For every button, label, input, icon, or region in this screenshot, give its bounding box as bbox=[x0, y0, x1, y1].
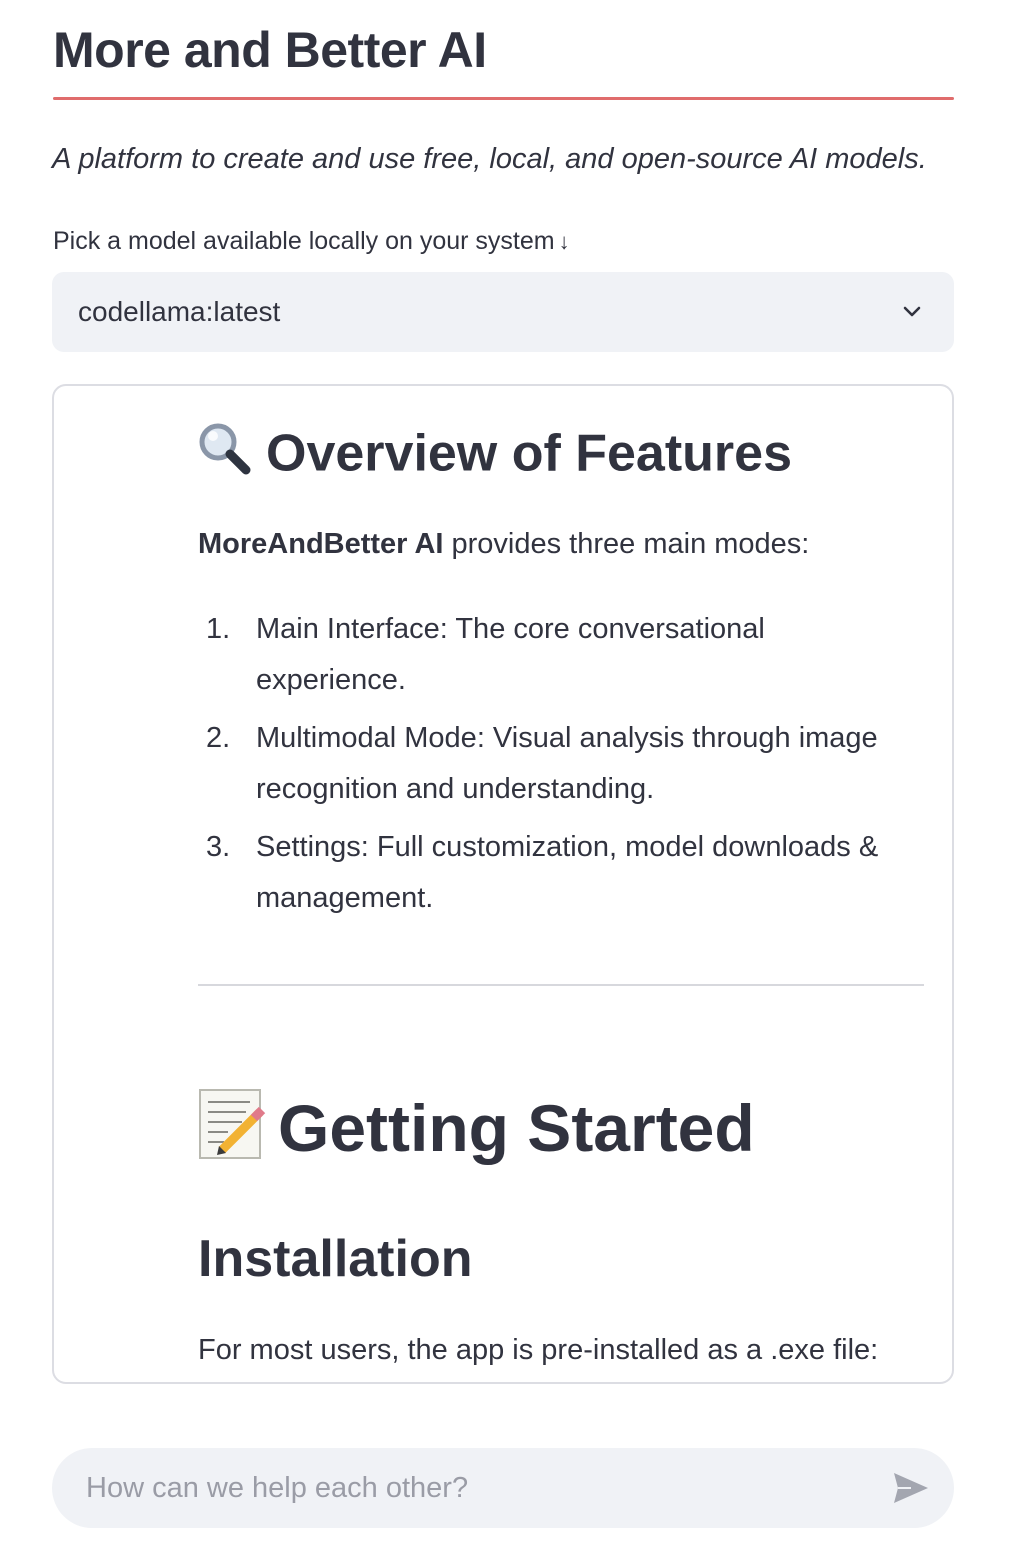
chevron-down-icon[interactable] bbox=[900, 300, 924, 324]
overview-heading: Overview of Features bbox=[196, 420, 792, 494]
model-select-label: Pick a model available locally on your s… bbox=[53, 226, 570, 257]
list-number: 1. bbox=[206, 613, 231, 645]
app-page: More and Better AI A platform to create … bbox=[0, 0, 1014, 1566]
app-name: MoreAndBetter AI bbox=[198, 528, 444, 560]
magnifying-glass-icon bbox=[196, 420, 254, 494]
model-select[interactable]: codellama:latest bbox=[52, 272, 954, 352]
getting-started-heading-text: Getting Started bbox=[278, 1091, 755, 1165]
chat-input-bar bbox=[52, 1448, 954, 1528]
send-icon bbox=[891, 1473, 931, 1511]
list-item: 1. Main Interface: The core conversation… bbox=[198, 604, 918, 706]
overview-heading-text: Overview of Features bbox=[266, 424, 792, 483]
installation-paragraph: For most users, the app is pre-installed… bbox=[198, 1334, 879, 1366]
list-number: 3. bbox=[206, 831, 231, 863]
send-button[interactable] bbox=[890, 1468, 932, 1510]
modes-list: 1. Main Interface: The core conversation… bbox=[198, 604, 918, 931]
docs-scroll-container[interactable]: Overview of Features MoreAndBetter AI pr… bbox=[52, 384, 954, 1384]
list-item: 3. Settings: Full customization, model d… bbox=[198, 822, 918, 924]
model-select-label-text: Pick a model available locally on your s… bbox=[53, 227, 555, 255]
title-divider bbox=[53, 97, 954, 100]
model-select-value: codellama:latest bbox=[78, 296, 281, 327]
docs-content: Overview of Features MoreAndBetter AI pr… bbox=[54, 386, 952, 1382]
page-subtitle: A platform to create and use free, local… bbox=[52, 143, 927, 175]
list-number: 2. bbox=[206, 722, 231, 754]
memo-icon bbox=[198, 1088, 266, 1179]
installation-heading: Installation bbox=[198, 1230, 473, 1288]
getting-started-heading: Getting Started bbox=[198, 1086, 755, 1179]
chat-input[interactable] bbox=[86, 1466, 846, 1510]
list-item-text: Settings: Full customization, model down… bbox=[256, 831, 879, 914]
list-item-text: Main Interface: The core conversational … bbox=[256, 613, 765, 696]
list-item-text: Multimodal Mode: Visual analysis through… bbox=[256, 722, 878, 805]
list-item: 2. Multimodal Mode: Visual analysis thro… bbox=[198, 713, 918, 815]
down-arrow-icon: ↓ bbox=[558, 229, 570, 254]
intro-text: provides three main modes: bbox=[443, 528, 810, 560]
page-title: More and Better AI bbox=[53, 22, 487, 78]
intro-paragraph: MoreAndBetter AI provides three main mod… bbox=[198, 524, 809, 564]
section-divider bbox=[198, 984, 924, 986]
